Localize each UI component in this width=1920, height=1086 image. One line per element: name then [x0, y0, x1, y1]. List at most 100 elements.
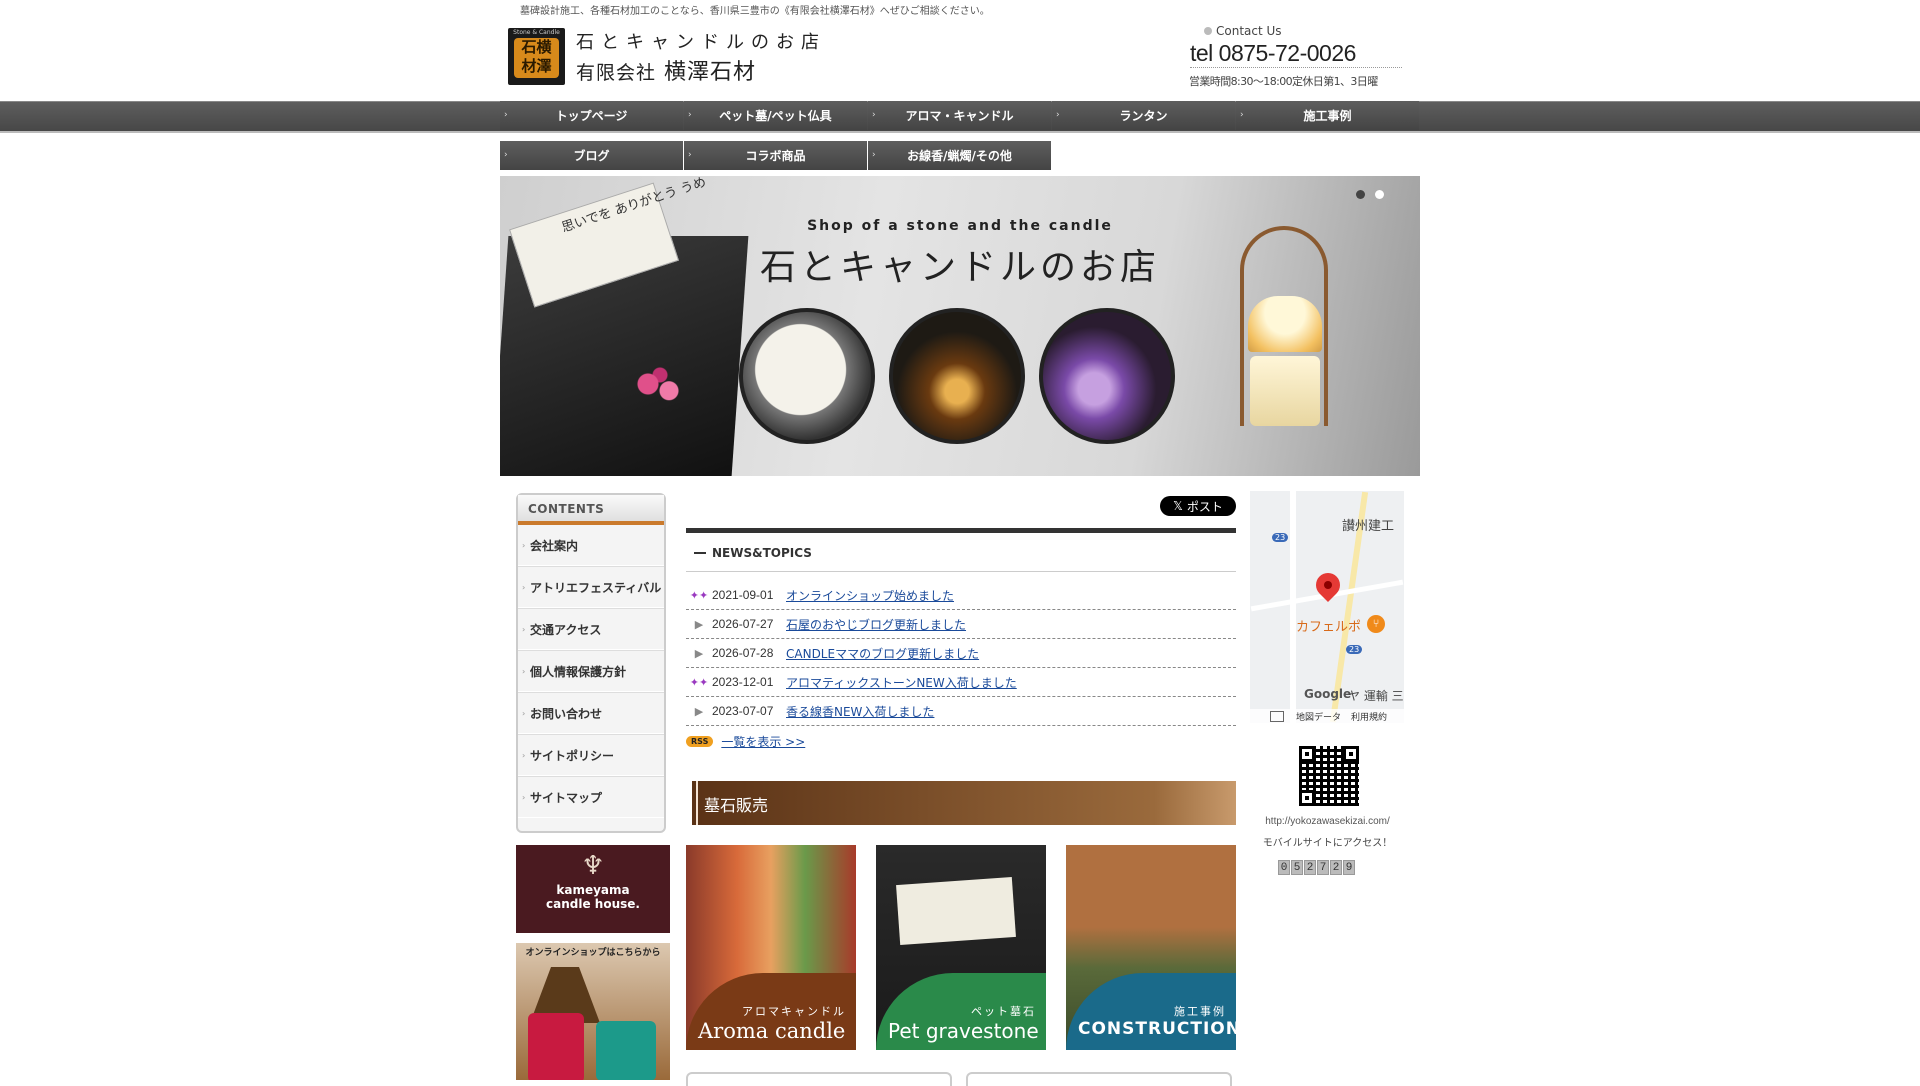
qr-code — [1297, 744, 1361, 808]
arrow-circle-icon: ▶ — [694, 646, 704, 660]
map-label-transport: ヤ 運輸 三豊 — [1348, 689, 1404, 703]
new-sparkle-icon: ✦✦ — [689, 588, 709, 602]
sidebar-item-contact[interactable]: › お問い合わせ — [518, 692, 664, 734]
nav-lantern[interactable]: › ランタン — [1052, 101, 1235, 130]
bottom-box-right — [966, 1072, 1232, 1086]
contact-us-link[interactable]: Contact Us — [1204, 24, 1282, 38]
bottom-box-left — [686, 1072, 952, 1086]
chevron-right-icon: › — [522, 792, 526, 802]
chevron-right-icon: › — [522, 666, 526, 676]
nav-top-page[interactable]: › トップページ — [500, 101, 683, 130]
mobile-url: http://yokozawasekizai.com/ — [1265, 816, 1390, 827]
business-hours: 営業時間8:30～18:00定休日第1、3日曜 — [1189, 75, 1378, 88]
nav-collab[interactable]: › コラボ商品 — [684, 141, 867, 170]
candle-lamp-image — [1230, 226, 1340, 456]
logo-caption: Stone & Candle — [513, 29, 560, 36]
google-map[interactable]: 讃州建工 23 23 カフェルポ ⑂ Google ヤ 運輸 三豊 地図データ … — [1250, 491, 1404, 723]
news-link[interactable]: 香る線香NEW入荷しました — [786, 703, 934, 720]
visitor-counter: 0 5 2 7 2 9 — [1278, 860, 1355, 875]
news-link[interactable]: 石屋のおやじブログ更新しました — [786, 616, 966, 633]
sidebar-item-atelier-festival[interactable]: › アトリエフェスティバル — [518, 566, 664, 608]
company-logo[interactable]: Stone & Candle 石横 材澤 — [508, 28, 565, 85]
arrow-circle-icon: ▶ — [694, 704, 704, 718]
kameyama-candle-house-banner[interactable]: ♆ kameyama candle house. — [516, 845, 670, 933]
social-bar: 𝕏 ポスト — [686, 492, 1236, 533]
chevron-right-icon: › — [522, 540, 526, 550]
chevron-right-icon: › — [504, 150, 508, 160]
news-more-link[interactable]: 一覧を表示 >> — [721, 733, 805, 750]
route-23-shield: 23 — [1272, 533, 1289, 542]
pet-gravestone-tile[interactable]: ペット墓石 Pet gravestone — [876, 845, 1046, 1050]
shop-name: 石とキャンドルのお店 — [576, 32, 826, 53]
nav-pet-graves[interactable]: › ペット墓/ペット仏具 — [684, 101, 867, 130]
chevron-right-icon: › — [688, 150, 692, 160]
news-link[interactable]: アロマティックストーンNEW入荷しました — [786, 674, 1017, 691]
main-nav-row1: › トップページ › ペット墓/ペット仏具 › アロマ・キャンドル › ランタン › 施工… — [500, 101, 1420, 130]
sidebar-item-privacy[interactable]: › 個人情報保護方針 — [518, 650, 664, 692]
news-item: ▶ 2026-07-28 CANDLEママのブログ更新しました — [686, 639, 1236, 668]
sidebar-item-sitemap[interactable]: › サイトマップ — [518, 776, 664, 818]
construction-tile[interactable]: 施工事例 CONSTRUCTION — [1066, 845, 1236, 1050]
x-logo-icon: 𝕏 — [1173, 499, 1183, 513]
aroma-candle-tile[interactable]: アロマキャンドル Aroma candle — [686, 845, 856, 1050]
teal-candle-image — [596, 1021, 656, 1080]
mobile-access-text: モバイルサイトにアクセス！ — [1262, 838, 1393, 849]
news-item: ▶ 2026-07-27 石屋のおやじブログ更新しました — [686, 610, 1236, 639]
header-tagline: 墓碑設計施工、各種石材加工のことなら、香川県三豊市の《有限会社横澤石材》へぜひご… — [520, 6, 990, 17]
sidebar-item-site-policy[interactable]: › サイトポリシー — [518, 734, 664, 776]
nav-incense[interactable]: › お線香/蝋燭/その他 — [868, 141, 1051, 170]
main-nav-row2: › ブログ › コラボ商品 › お線香/蝋燭/その他 — [500, 141, 1052, 170]
rss-row: RSS 一覧を表示 >> — [686, 733, 805, 750]
route-23-shield: 23 — [1346, 645, 1363, 654]
chevron-right-icon: › — [1240, 110, 1244, 120]
nav-construction[interactable]: › 施工事例 — [1236, 101, 1419, 130]
new-sparkle-icon: ✦✦ — [689, 675, 709, 689]
news-item: ✦✦ 2023-12-01 アロマティックストーンNEW入荷しました — [686, 668, 1236, 697]
keyboard-icon[interactable] — [1270, 711, 1284, 722]
arrow-circle-icon: ▶ — [694, 617, 704, 631]
news-list: ✦✦ 2021-09-01 オンラインショップ始めました ▶ 2026-07-27 石屋… — [686, 581, 1236, 726]
chevron-right-icon: › — [522, 624, 526, 634]
chevron-right-icon: › — [688, 110, 692, 120]
chevron-right-icon: › — [1056, 110, 1060, 120]
phone-number: tel 0875-72-0026 — [1190, 40, 1402, 68]
map-label-sanshu-kenko: 讃州建工 — [1342, 519, 1395, 534]
hero-circle-pet-plate — [739, 308, 875, 444]
news-item: ▶ 2023-07-07 香る線香NEW入荷しました — [686, 697, 1236, 726]
candelabra-icon: ♆ — [581, 851, 605, 881]
news-link[interactable]: オンラインショップ始めました — [786, 587, 954, 604]
hero-slideshow[interactable]: 思いでを ありがとう うめ Shop of a stone and the ca… — [500, 176, 1420, 476]
company-name: 有限会社 横澤石材 — [576, 60, 757, 85]
map-footer: 地図データ 利用規約 — [1250, 709, 1404, 723]
chevron-right-icon: › — [504, 110, 508, 120]
chevron-right-icon: › — [872, 110, 876, 120]
online-shop-banner[interactable]: オンラインショップはこちらから — [516, 943, 670, 1080]
rss-icon[interactable]: RSS — [686, 736, 714, 747]
nav-blog[interactable]: › ブログ — [500, 141, 683, 170]
contents-heading: CONTENTS — [518, 495, 664, 525]
gravestone-sales-header: 墓石販売 — [686, 781, 1236, 825]
nav-aroma-candle[interactable]: › アロマ・キャンドル — [868, 101, 1051, 130]
google-logo: Google — [1304, 687, 1352, 701]
dash-icon — [694, 552, 706, 554]
cafe-fork-icon: ⑂ — [1367, 615, 1385, 633]
slide-dot-1[interactable] — [1356, 190, 1365, 199]
chevron-right-icon: › — [522, 750, 526, 760]
news-item: ✦✦ 2021-09-01 オンラインショップ始めました — [686, 581, 1236, 610]
chevron-right-icon: › — [872, 150, 876, 160]
news-link[interactable]: CANDLEママのブログ更新しました — [786, 645, 979, 662]
map-label-cafe: カフェルポ — [1296, 620, 1362, 635]
flowers-image — [630, 366, 690, 411]
x-post-button[interactable]: 𝕏 ポスト — [1160, 496, 1236, 516]
news-heading: NEWS&TOPICS — [686, 535, 1236, 572]
logo-emblem: 石横 材澤 — [514, 38, 559, 78]
slide-dot-2[interactable] — [1375, 190, 1384, 199]
hero-circle-candles — [1039, 308, 1175, 444]
slide-pager — [1356, 190, 1384, 199]
red-candle-image — [528, 1013, 584, 1080]
contents-menu: CONTENTS › 会社案内 › アトリエフェスティバル › 交通アクセス › 個人情… — [516, 493, 666, 833]
chevron-right-icon: › — [522, 582, 526, 592]
sidebar-item-access[interactable]: › 交通アクセス — [518, 608, 664, 650]
sidebar-item-company[interactable]: › 会社案内 — [518, 525, 664, 566]
bullet-icon — [1204, 27, 1212, 35]
